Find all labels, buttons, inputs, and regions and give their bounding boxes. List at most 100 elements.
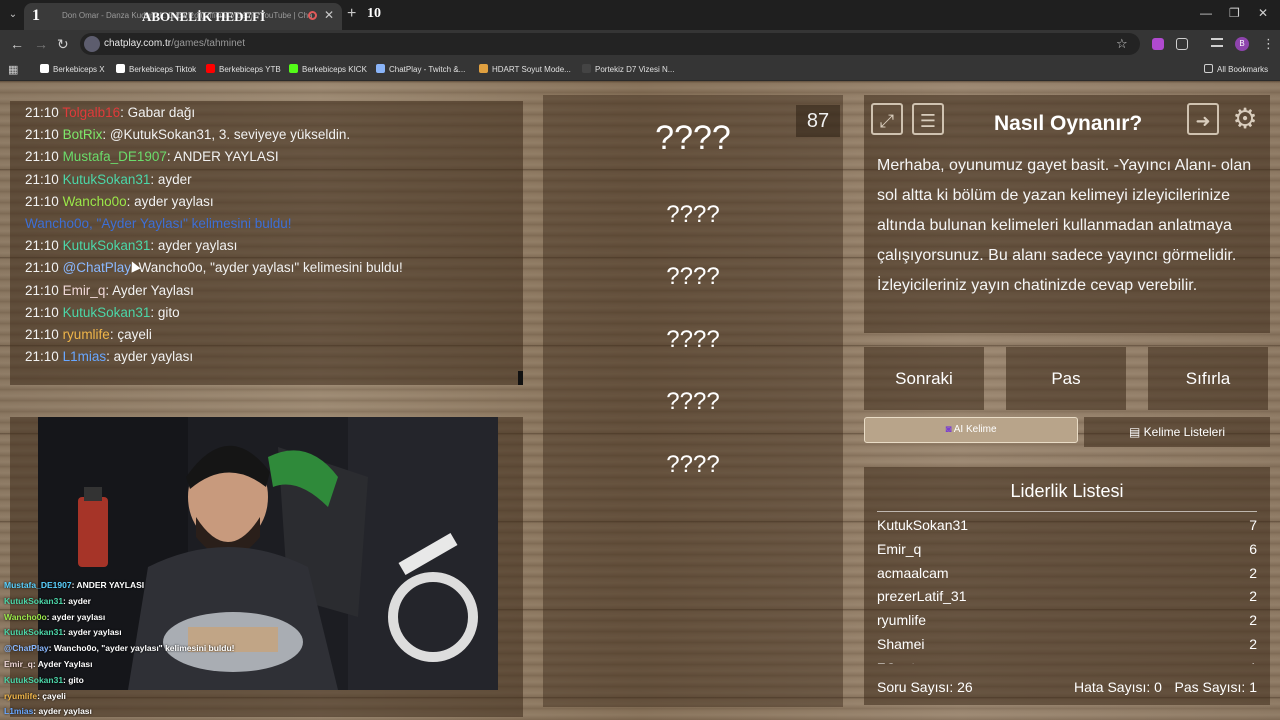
kick-logo-icon	[289, 64, 298, 73]
bookmark-item[interactable]: Berkebiceps X	[40, 64, 105, 74]
bookmark-star-icon[interactable]: ☆	[1116, 36, 1128, 52]
chat-scrollbar[interactable]	[518, 371, 523, 385]
address-bar: ← → ↻ chatplay.com.tr/games/tahminet ☆ B…	[0, 30, 1280, 58]
word-lists-button[interactable]: ▤ Kelime Listeleri	[1084, 417, 1270, 447]
bookmarks-bar: ▦ Berkebiceps X Berkebiceps Tiktok Berke…	[0, 58, 1280, 81]
bookmark-label: Berkebiceps X	[53, 65, 105, 74]
x-logo-icon	[40, 64, 49, 73]
overlay-chat-username: ryumlife	[4, 690, 38, 701]
overlay-chat-username: KutukSokan31	[4, 627, 64, 638]
apps-grid-icon[interactable]: ▦	[8, 63, 18, 76]
chat-username[interactable]: KutukSokan31	[63, 305, 151, 320]
chat-panel: 21:10 Tolgalb16: Gabar dağı 21:10 BotRix:…	[10, 101, 523, 385]
bookmark-item[interactable]: Berkebiceps KICK	[289, 64, 367, 74]
url-text: chatplay.com.tr/games/tahminet	[104, 38, 245, 49]
extensions-puzzle-icon[interactable]	[1176, 38, 1188, 50]
leaderboard-list: KutukSokan31 7 Emir_q 6 acmaalcam 2 prezerLati…	[877, 514, 1257, 664]
browser-menu-icon[interactable]: ⋮	[1262, 36, 1275, 52]
overlay-chat-message: Wancho0o: ayder yaylası	[0, 610, 320, 626]
player-name: Emir_q	[877, 540, 922, 557]
timer-counter: 87	[796, 105, 840, 137]
chat-text: : Gabar dağı	[120, 105, 196, 120]
overlay-chat-message: Mustafa_DE1907: ANDER YAYLASI	[0, 578, 320, 594]
chat-username[interactable]: ryumlife	[63, 327, 110, 342]
overlay-chat-username: Mustafa_DE1907	[4, 580, 72, 590]
minimize-icon[interactable]: —	[1200, 6, 1212, 20]
chat-message: Wancho0o, "Ayder Yaylası" kelimesini bul…	[10, 213, 523, 235]
leaderboard-row: ryumlife 2	[877, 609, 1257, 633]
url-input[interactable]: chatplay.com.tr/games/tahminet ☆	[80, 33, 1140, 55]
leaderboard-row: Emir_q 6	[877, 538, 1257, 562]
window-close-icon[interactable]: ✕	[1258, 6, 1268, 20]
all-bookmarks-label: All Bookmarks	[1217, 65, 1269, 74]
chat-text: : ayder	[150, 171, 192, 187]
divider	[877, 511, 1257, 512]
bookmark-item[interactable]: Berkebiceps YTB	[206, 64, 281, 74]
profile-avatar[interactable]: B	[1235, 37, 1249, 51]
game-stats: Soru Sayısı: 26 Hata Sayısı: 0 Pas Sayıs…	[877, 679, 1257, 699]
forward-icon[interactable]: →	[34, 36, 48, 52]
player-score: 7	[1249, 517, 1257, 533]
active-tab[interactable]: 1 Don Omar - Danza Kuduro ft. Lucenzo (O…	[24, 3, 342, 30]
how-to-play-text: Merhaba, oyunumuz gayet basit. -Yayıncı …	[877, 157, 1252, 294]
chat-message: 21:10 KutukSokan31: gito	[10, 302, 523, 324]
hidden-word: ????	[666, 326, 720, 353]
fullscreen-icon[interactable]: ⤢	[871, 103, 903, 135]
reset-button[interactable]: Sıfırla	[1148, 347, 1268, 410]
extension-icon[interactable]	[1152, 38, 1164, 50]
settings-gear-icon[interactable]: ⚙	[1229, 103, 1261, 135]
bookmark-item[interactable]: HDART Soyut Mode...	[479, 64, 571, 74]
player-score: 2	[1249, 635, 1257, 652]
next-button[interactable]: Sonraki	[864, 347, 984, 410]
bookmark-item[interactable]: Portekiz D7 Vizesi N...	[582, 64, 674, 74]
folder-icon	[1204, 64, 1213, 73]
ai-word-button[interactable]: ◙ AI Kelime	[864, 417, 1078, 443]
tab-close-icon[interactable]: ✕	[324, 8, 334, 22]
chat-username[interactable]: BotRix	[63, 127, 103, 142]
player-score: 6	[1249, 540, 1257, 557]
bookmark-label: Berkebiceps Tiktok	[129, 65, 197, 74]
chat-username[interactable]: KutukSokan31	[63, 238, 151, 253]
chat-username[interactable]: Wancho0o, "Ayder Yaylası" kelimesini bul…	[25, 216, 291, 231]
overlay-chat-text: : ayder	[63, 595, 91, 606]
chat-time: 21:10	[25, 127, 59, 143]
bookmark-item[interactable]: Berkebiceps Tiktok	[116, 64, 196, 74]
player-name: acmaalcam	[877, 564, 949, 581]
chat-time: 21:10	[25, 304, 59, 320]
chat-username[interactable]: KutukSokan31	[63, 172, 151, 187]
document-icon[interactable]: ☰	[912, 103, 944, 135]
chat-time: 21:10	[25, 193, 59, 209]
new-tab-icon[interactable]: +	[347, 5, 356, 23]
chat-username[interactable]: L1mias	[63, 349, 107, 364]
overlay-chat-text: : gito	[63, 674, 84, 685]
bookmark-item[interactable]: ChatPlay - Twitch &...	[376, 64, 465, 74]
back-icon[interactable]: ←	[10, 36, 24, 52]
subscriber-goal-count: 10	[367, 6, 381, 21]
restore-icon[interactable]: ❐	[1229, 6, 1240, 20]
chat-username[interactable]: Tolgalb16	[62, 105, 120, 120]
chat-username[interactable]: Emir_q	[63, 283, 106, 298]
chat-text: : ANDER YAYLASI	[166, 149, 279, 165]
overlay-chat-message: KutukSokan31: ayder	[0, 594, 320, 610]
media-controls-icon[interactable]	[1211, 38, 1223, 47]
how-to-play-title: Nasıl Oynanır?	[994, 112, 1143, 135]
chat-username[interactable]: Mustafa_DE1907	[63, 149, 167, 164]
overlay-chat-text: : Wancho0o, "ayder yaylası" kelimesini b…	[48, 643, 235, 654]
exit-icon[interactable]: ➜	[1187, 103, 1219, 135]
chat-text: : gito	[150, 304, 180, 320]
chat-username[interactable]: @ChatPlay	[63, 260, 131, 275]
bookmark-label: ChatPlay - Twitch &...	[389, 65, 466, 74]
site-info-icon[interactable]	[84, 36, 100, 52]
pass-button[interactable]: Pas	[1006, 347, 1126, 410]
hdart-logo-icon	[479, 64, 488, 73]
player-name: prezerLatif_31	[877, 588, 967, 605]
tab-search-icon[interactable]: ⌄	[4, 6, 22, 24]
page-icon	[582, 64, 591, 73]
reload-icon[interactable]: ↻	[57, 36, 69, 53]
overlay-chat-text: : ANDER YAYLASI	[71, 580, 145, 590]
chat-time: 21:10	[25, 105, 59, 120]
all-bookmarks[interactable]: All Bookmarks	[1204, 64, 1268, 74]
chat-username[interactable]: Wancho0o	[63, 194, 127, 209]
question-count: Soru Sayısı: 26	[877, 679, 973, 695]
player-score: 2	[1249, 588, 1257, 605]
